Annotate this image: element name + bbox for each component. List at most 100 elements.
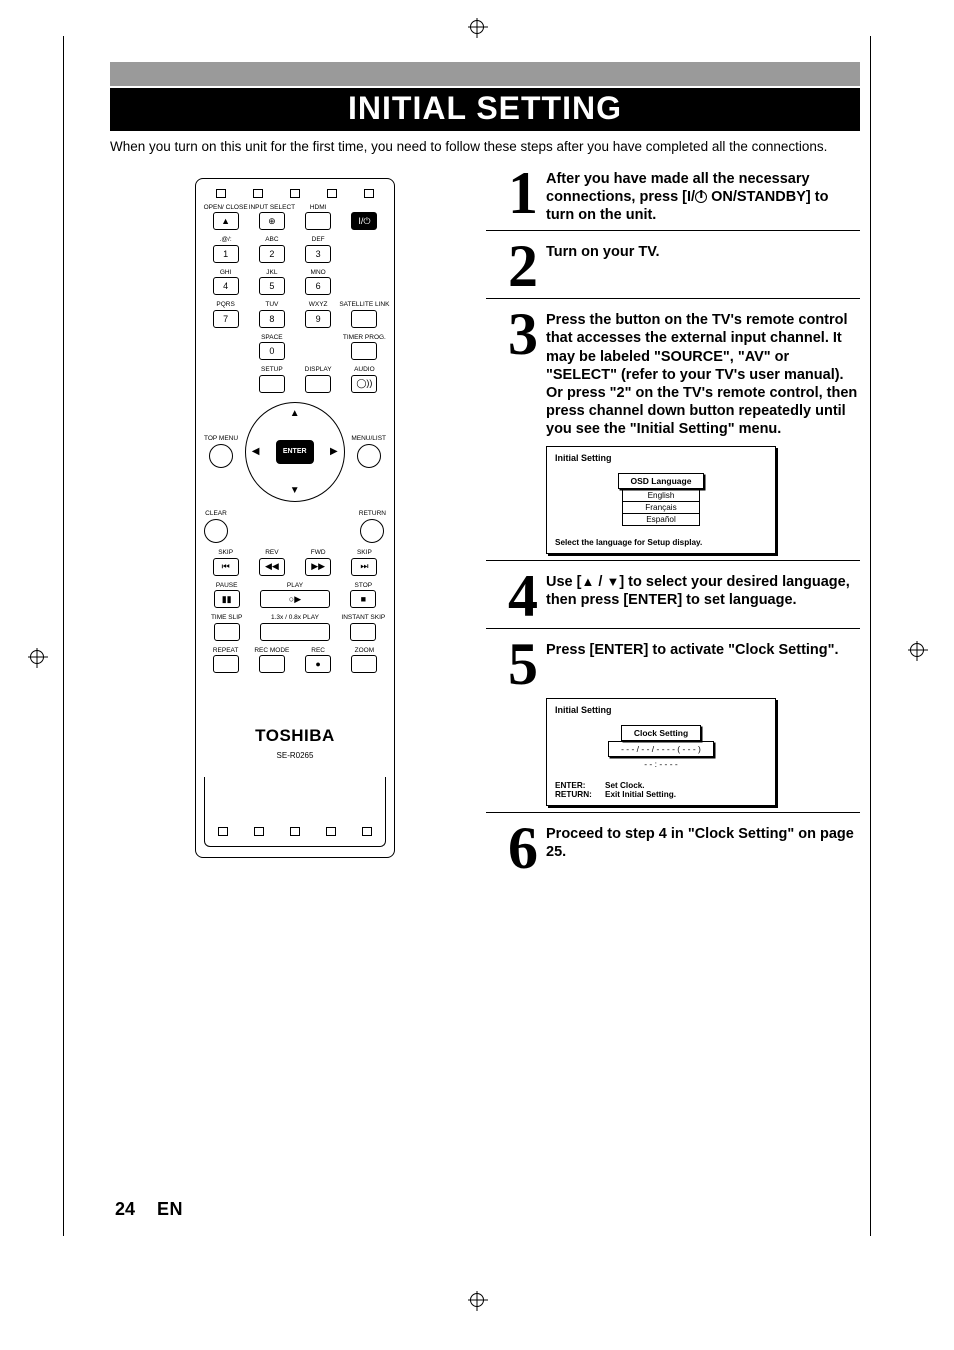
instant-skip-button[interactable] (350, 623, 376, 641)
up-arrow-icon: ▲ (581, 574, 594, 589)
remote-bottom-section (204, 777, 386, 847)
timeslip-label: TIME SLIP (211, 615, 242, 622)
page-number: 24EN (115, 1199, 183, 1220)
step-1: 1 After you have made all the necessary … (486, 168, 860, 224)
clear-button[interactable] (204, 519, 228, 543)
step-1-text: After you have made all the necessary co… (546, 168, 860, 224)
fwd-button[interactable]: ▶▶ (305, 558, 331, 576)
step-6-number: 6 (486, 823, 538, 874)
menu-list-button[interactable] (357, 444, 381, 468)
brand-logo: TOSHIBA (204, 726, 386, 746)
step-2-text: Turn on your TV. (546, 241, 660, 292)
audio-button[interactable]: ◯)) (351, 375, 377, 393)
osd-initial-setting-clock: Initial Setting Clock Setting - - - / - … (546, 698, 776, 806)
step-3-text: Press the button on the TV's remote cont… (546, 309, 860, 438)
step-5: 5 Press [ENTER] to activate "Clock Setti… (486, 639, 860, 690)
registration-mark-right (910, 643, 924, 660)
step-4: 4 Use [▲ / ▼] to select your desired lan… (486, 571, 860, 622)
divider (486, 628, 860, 629)
instant-skip-label: INSTANT SKIP (341, 615, 385, 622)
step-4-text: Use [▲ / ▼] to select your desired langu… (546, 571, 860, 622)
step-4-number: 4 (486, 571, 538, 622)
divider (486, 298, 860, 299)
key-3[interactable]: 3 (305, 245, 331, 263)
clear-label: CLEAR (205, 511, 227, 518)
rev-button[interactable]: ◀◀ (259, 558, 285, 576)
registration-mark-bottom (470, 1293, 484, 1310)
top-menu-button[interactable] (209, 444, 233, 468)
divider (486, 560, 860, 561)
display-button[interactable] (305, 375, 331, 393)
power-icon (695, 191, 707, 203)
skip-fwd-button[interactable]: ⏭ (351, 558, 377, 576)
step-2-number: 2 (486, 241, 538, 292)
rec-mode-button[interactable] (259, 655, 285, 673)
step-5-number: 5 (486, 639, 538, 690)
key-9[interactable]: 9 (305, 310, 331, 328)
osd-clock-date: - - - / - - / - - - - ( - - - ) (608, 741, 714, 757)
timeslip-button[interactable] (214, 623, 240, 641)
step-6-text: Proceed to step 4 in "Clock Setting" on … (546, 823, 860, 874)
osd-language-header: OSD Language (618, 473, 705, 489)
setup-button[interactable] (259, 375, 285, 393)
divider (486, 812, 860, 813)
input-select-button[interactable]: ⊕ (259, 212, 285, 230)
step-3-number: 3 (486, 309, 538, 438)
play-button[interactable]: ○ ▶ (260, 590, 330, 608)
pause-button[interactable]: ▮▮ (214, 590, 240, 608)
repeat-button[interactable] (213, 655, 239, 673)
satellite-link-button[interactable] (351, 310, 377, 328)
step-6: 6 Proceed to step 4 in "Clock Setting" o… (486, 823, 860, 874)
dpad-right-icon[interactable]: ▶ (330, 446, 338, 457)
osd-option-francais[interactable]: Français (622, 502, 700, 514)
stop-button[interactable]: ■ (350, 590, 376, 608)
open-close-button[interactable]: ▲ (213, 212, 239, 230)
key-7[interactable]: 7 (213, 310, 239, 328)
skip-back-button[interactable]: ⏮ (213, 558, 239, 576)
enter-button[interactable]: ENTER (276, 440, 314, 464)
remote-diagram: OPEN/ CLOSE▲ INPUT SELECT⊕ HDMI I/⏻ .@/:… (195, 178, 395, 858)
hdmi-label: HDMI (310, 205, 327, 212)
dpad: ▲ ▼ ◀ ▶ ENTER (245, 402, 345, 502)
down-arrow-icon: ▼ (606, 574, 619, 589)
osd-footer-text: Select the language for Setup display. (555, 538, 767, 547)
osd-clock-header: Clock Setting (621, 725, 701, 741)
key-8[interactable]: 8 (259, 310, 285, 328)
osd-clock-time: - - : - - - - (644, 759, 678, 769)
speed-play-button[interactable] (260, 623, 330, 641)
key-1[interactable]: 1 (213, 245, 239, 263)
key-5[interactable]: 5 (259, 277, 285, 295)
key-4[interactable]: 4 (213, 277, 239, 295)
top-menu-label: TOP MENU (204, 436, 238, 443)
open-close-label: OPEN/ CLOSE (204, 205, 248, 212)
rec-button[interactable]: ● (305, 655, 331, 673)
osd-title: Initial Setting (555, 453, 767, 463)
intro-paragraph: When you turn on this unit for the first… (110, 139, 860, 156)
step-1-number: 1 (486, 168, 538, 224)
power-button[interactable]: I/⏻ (351, 212, 377, 230)
hdmi-button[interactable] (305, 212, 331, 230)
model-number: SE-R0265 (204, 751, 386, 760)
menu-list-label: MENU/LIST (351, 436, 386, 443)
osd-initial-setting-language: Initial Setting OSD Language English Fra… (546, 446, 776, 554)
osd-option-english[interactable]: English (622, 489, 700, 502)
header-gray-bar (110, 62, 860, 86)
timer-prog-button[interactable] (351, 342, 377, 360)
osd-title: Initial Setting (555, 705, 767, 715)
osd-footer: ENTER:Set Clock. RETURN:Exit Initial Set… (555, 781, 767, 799)
osd-option-espanol[interactable]: Español (622, 514, 700, 526)
key-6[interactable]: 6 (305, 277, 331, 295)
zoom-button[interactable] (351, 655, 377, 673)
input-select-label: INPUT SELECT (249, 205, 295, 212)
key-0[interactable]: 0 (259, 342, 285, 360)
return-button[interactable] (360, 519, 384, 543)
return-label: RETURN (359, 511, 386, 518)
key-2[interactable]: 2 (259, 245, 285, 263)
dpad-up-icon[interactable]: ▲ (290, 408, 300, 419)
dpad-down-icon[interactable]: ▼ (290, 485, 300, 496)
step-3: 3 Press the button on the TV's remote co… (486, 309, 860, 438)
step-2: 2 Turn on your TV. (486, 241, 860, 292)
dpad-left-icon[interactable]: ◀ (252, 446, 260, 457)
page-title: INITIAL SETTING (110, 88, 860, 131)
divider (486, 230, 860, 231)
